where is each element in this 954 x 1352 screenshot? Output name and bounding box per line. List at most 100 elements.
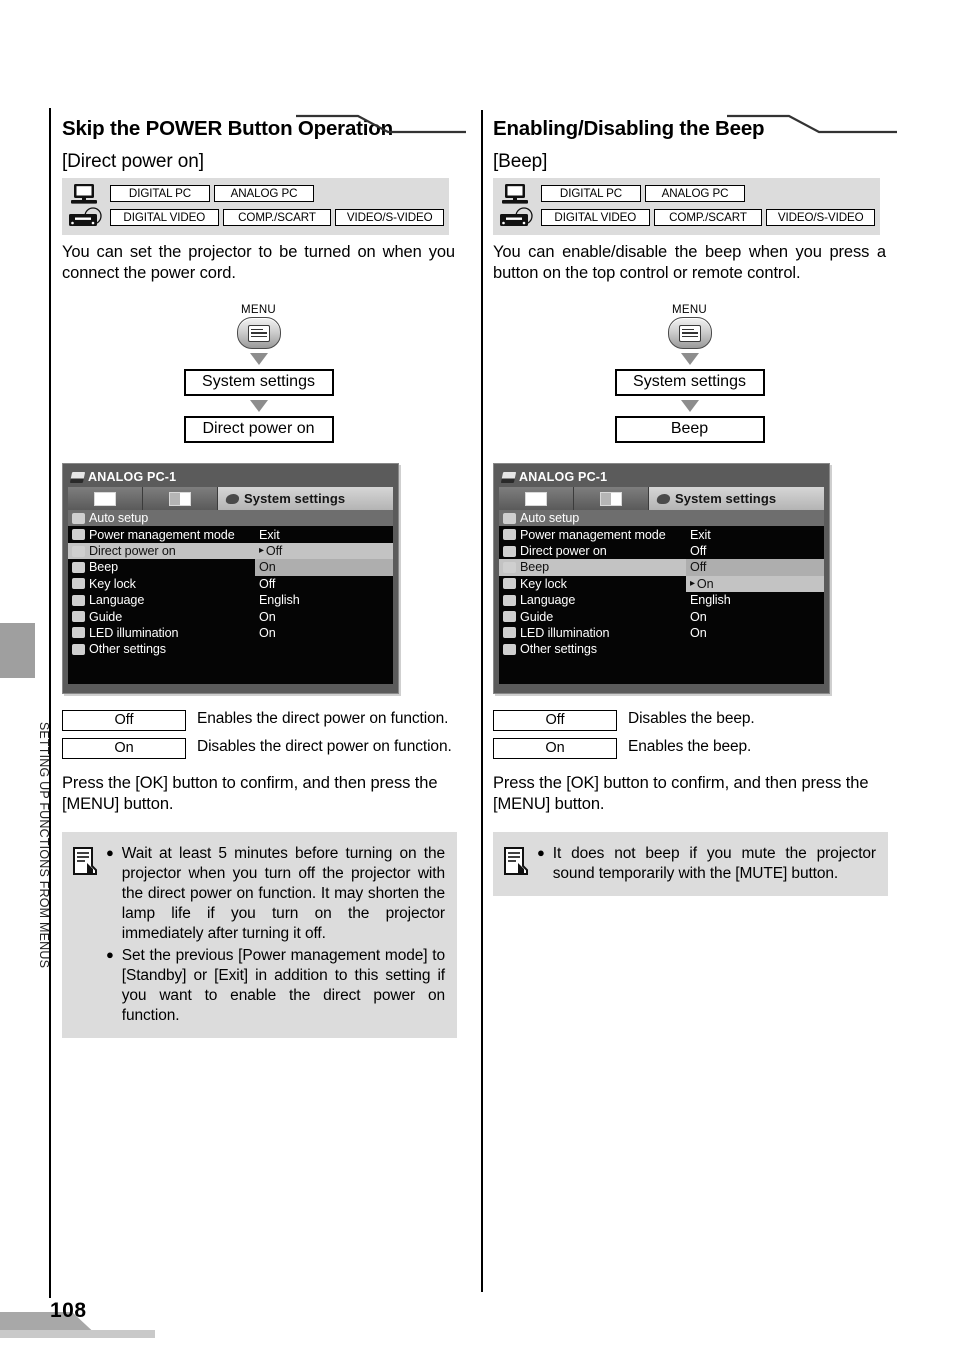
- osd-tab-image[interactable]: [68, 487, 143, 511]
- osd-list-filler: [499, 657, 824, 684]
- osd-list-filler: [68, 657, 393, 684]
- osd-row[interactable]: Key lock ▸ On: [499, 575, 824, 593]
- osd-row[interactable]: LED illumination On: [499, 625, 824, 641]
- osd-row-label: Auto setup: [520, 511, 580, 526]
- osd-row[interactable]: Power management mode Exit: [68, 526, 393, 542]
- osd-tab-system-settings[interactable]: System settings: [649, 487, 824, 511]
- osd-row-value: On: [696, 576, 714, 591]
- key-lock-icon: [72, 578, 85, 590]
- menu-button-icon: [236, 317, 281, 350]
- note-item: ● It does not beep if you mute the proje…: [537, 844, 876, 884]
- option-row: On Enables the beep.: [493, 737, 888, 759]
- flow-step-1-right: System settings: [614, 369, 765, 397]
- video-deck-icon: [497, 207, 537, 229]
- osd-row-value: Exit: [690, 527, 711, 542]
- osd-row[interactable]: Auto setup: [499, 510, 824, 527]
- option-description: Disables the direct power on function.: [197, 737, 452, 755]
- signal-badge: DIGITAL PC: [541, 185, 641, 203]
- osd-source-icon: [500, 471, 517, 483]
- osd-row-label: Beep: [520, 560, 550, 575]
- osd-row-label: Direct power on: [520, 544, 607, 559]
- osd-row[interactable]: Language English: [68, 592, 393, 608]
- heading-decoration-right: [727, 114, 897, 134]
- osd-menu-list-left: Auto setup Power management mode Exit Di…: [68, 510, 393, 684]
- osd-row-label: Power management mode: [89, 527, 235, 542]
- auto-setup-icon: [503, 512, 516, 524]
- power-management-icon: [72, 529, 85, 541]
- osd-source-label: ANALOG PC-1: [88, 470, 177, 485]
- osd-row-selected[interactable]: Direct power on ▸ Off: [68, 542, 393, 560]
- note-item: ● Set the previous [Power management mod…: [106, 946, 445, 1026]
- column-right: Enabling/Disabling the Beep [Beep] DIGIT…: [493, 110, 897, 897]
- osd-row-label: Other settings: [89, 642, 166, 657]
- flow-arrow-icon: [249, 400, 268, 413]
- signal-badge: VIDEO/S-VIDEO: [766, 209, 876, 227]
- other-settings-icon: [503, 643, 516, 655]
- display-tab-icon: [169, 491, 191, 506]
- osd-row[interactable]: LED illumination On: [68, 625, 393, 641]
- menu-flow-right: MENU System settings Beep: [493, 304, 886, 444]
- option-table-right: Off Disables the beep. On Enables the be…: [493, 709, 888, 759]
- osd-tab-display[interactable]: [574, 487, 649, 511]
- flow-arrow-icon: [680, 353, 699, 366]
- intro-paragraph-right: You can enable/disable the beep when you…: [493, 242, 886, 282]
- osd-row-label: LED illumination: [89, 625, 179, 640]
- option-key: Off: [62, 709, 186, 731]
- power-management-icon: [503, 529, 516, 541]
- osd-row-value: Exit: [259, 527, 280, 542]
- osd-row-value: On: [259, 609, 276, 624]
- led-illumination-icon: [503, 627, 516, 639]
- osd-row-value: Off: [690, 560, 707, 575]
- osd-row[interactable]: Auto setup: [68, 510, 393, 527]
- heading-decoration-left: [296, 114, 466, 134]
- osd-row-value: On: [259, 625, 276, 640]
- menu-button-caption-left: MENU: [240, 304, 277, 317]
- osd-row-value: English: [690, 593, 731, 608]
- page-subtitle-left: [Direct power on]: [62, 151, 204, 172]
- note-text: Set the previous [Power management mode]…: [121, 947, 445, 1025]
- guide-icon: [503, 611, 516, 623]
- osd-tab-system-settings[interactable]: System settings: [218, 487, 393, 511]
- osd-row[interactable]: Other settings: [499, 641, 824, 657]
- osd-tab-display[interactable]: [143, 487, 218, 511]
- osd-row[interactable]: Direct power on Off: [499, 543, 824, 559]
- image-tab-icon: [525, 491, 547, 506]
- page-subtitle-right: [Beep]: [493, 151, 548, 172]
- osd-row[interactable]: Language English: [499, 592, 824, 608]
- note-memo-icon: [503, 846, 529, 876]
- note-box-left: ● Wait at least 5 minutes before turning…: [62, 832, 457, 1039]
- osd-row[interactable]: Other settings: [68, 641, 393, 657]
- osd-row[interactable]: Key lock Off: [68, 576, 393, 592]
- menu-button-icon: [667, 317, 712, 350]
- page-left-rule: [49, 108, 51, 1298]
- note-text: Wait at least 5 minutes before turning o…: [121, 845, 445, 943]
- beep-icon: [503, 561, 516, 573]
- signal-badge: DIGITAL PC: [110, 185, 210, 203]
- osd-tab-image[interactable]: [499, 487, 574, 511]
- intro-paragraph-left: You can set the projector to be turned o…: [62, 242, 455, 282]
- desktop-computer-icon: [497, 183, 537, 205]
- flow-step-2-left: Direct power on: [183, 416, 334, 444]
- image-tab-icon: [94, 491, 116, 506]
- option-key: On: [493, 737, 617, 759]
- page-title-right: Enabling/Disabling the Beep: [493, 117, 765, 140]
- column-left: Skip the POWER Button Operation [Direct …: [62, 110, 466, 1039]
- osd-row-label: Guide: [89, 609, 123, 624]
- osd-row[interactable]: Beep On: [68, 559, 393, 576]
- osd-row[interactable]: Guide On: [499, 608, 824, 624]
- chapter-side-label: SETTING UP FUNCTIONS FROM MENUS: [37, 721, 51, 969]
- wrench-icon: [225, 493, 240, 504]
- led-illumination-icon: [72, 627, 85, 639]
- language-icon: [72, 594, 85, 606]
- osd-tab-bar-right: System settings: [499, 487, 824, 511]
- signal-badge: VIDEO/S-VIDEO: [335, 209, 445, 227]
- signal-compatibility-strip-left: DIGITAL PC ANALOG PC DIGITAL VIDEO COMP.…: [62, 177, 449, 235]
- osd-row-selected[interactable]: Beep Off: [499, 559, 824, 576]
- osd-row[interactable]: Guide On: [68, 608, 393, 624]
- option-table-left: Off Enables the direct power on function…: [62, 709, 457, 759]
- osd-row[interactable]: Power management mode Exit: [499, 526, 824, 542]
- signal-badge: ANALOG PC: [645, 185, 745, 203]
- chapter-tab-marker: [0, 623, 35, 678]
- option-description: Enables the beep.: [628, 737, 752, 755]
- osd-tab-label: System settings: [244, 491, 346, 507]
